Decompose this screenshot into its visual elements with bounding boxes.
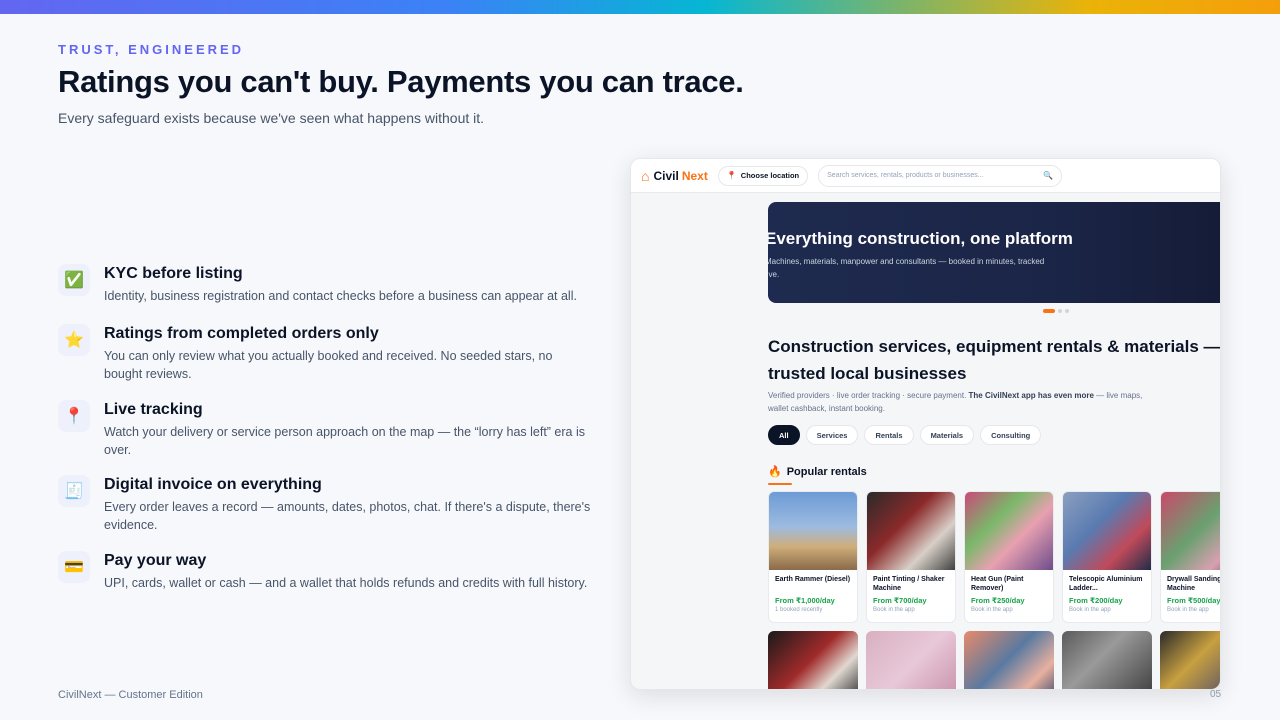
feature-kyc: ✅ KYC before listing Identity, business … <box>58 258 618 318</box>
chip-consulting[interactable]: Consulting <box>980 425 1042 445</box>
feature-title: Live tracking <box>104 401 203 418</box>
rental-card-image[interactable] <box>964 631 1054 689</box>
hero-subtitle: Machines, materials, manpower and consul… <box>768 257 1045 279</box>
desc-plain: Verified providers · live order tracking… <box>768 391 969 400</box>
rental-image <box>965 492 1053 570</box>
popular-rentals-title: Popular rentals <box>786 465 867 478</box>
location-label: Choose location <box>740 171 800 180</box>
feature-title: Pay your way <box>104 552 207 569</box>
rental-card[interactable]: Paint Tinting / Shaker Machine From ₹700… <box>866 491 956 623</box>
app-logo[interactable]: ⌂ Civil Next <box>641 168 708 184</box>
feature-invoice: 🧾 Digital invoice on everything Every or… <box>58 469 618 545</box>
carousel-dots <box>1043 309 1069 313</box>
search-placeholder: Search services, rentals, products or bu… <box>827 172 984 179</box>
rental-card[interactable]: Drywall Sanding Machine From ₹500/day Bo… <box>1160 491 1221 623</box>
rental-card-image[interactable] <box>1062 631 1152 689</box>
rental-name: Earth Rammer (Diesel) <box>775 576 851 583</box>
feature-title: KYC before listing <box>104 265 243 282</box>
page-number: 05 <box>1210 689 1222 700</box>
search-input[interactable]: Search services, rentals, products or bu… <box>818 164 1063 187</box>
credit-card-icon: 💳 <box>58 551 90 583</box>
choose-location-button[interactable]: 📍 Choose location <box>717 165 809 186</box>
carousel-dot[interactable] <box>1058 309 1062 313</box>
rental-note: Book in the app <box>873 607 915 613</box>
rental-price: From ₹200/day <box>1069 596 1123 605</box>
rental-card-image[interactable] <box>768 631 858 689</box>
feature-title: Ratings from completed orders only <box>104 325 379 342</box>
app-navbar: ⌂ Civil Next 📍 Choose location Search se… <box>631 159 1220 193</box>
rental-image <box>769 492 857 570</box>
rental-price: From ₹1,000/day <box>775 596 835 605</box>
location-pin-icon: 📍 <box>726 171 737 180</box>
footer-brand: CivilNext — Customer Edition <box>58 689 203 701</box>
rental-image <box>1063 492 1151 570</box>
check-box-icon: ✅ <box>58 264 90 296</box>
rental-image <box>867 492 955 570</box>
rental-price: From ₹250/day <box>971 596 1025 605</box>
feature-ratings: ⭐ Ratings from completed orders only You… <box>58 318 618 394</box>
feature-desc: Every order leaves a record — amounts, d… <box>104 500 591 532</box>
rental-image <box>1161 492 1220 570</box>
rental-name: Paint Tinting / Shaker Machine <box>873 576 945 592</box>
chip-all[interactable]: All <box>768 425 800 445</box>
chip-rentals[interactable]: Rentals <box>864 425 914 445</box>
feature-tracking: 📍 Live tracking Watch your delivery or s… <box>58 394 618 469</box>
rental-card-image[interactable] <box>1160 631 1220 689</box>
chip-materials[interactable]: Materials <box>919 425 975 445</box>
slide-title: Ratings you can't buy. Payments you can … <box>58 64 744 99</box>
heading-underline <box>768 483 792 485</box>
app-screenshot: ⌂ Civil Next 📍 Choose location Search se… <box>630 158 1221 690</box>
fire-icon: 🔥 <box>768 466 782 478</box>
star-icon: ⭐ <box>58 324 90 356</box>
rental-card-image[interactable] <box>866 631 956 689</box>
feature-title: Digital invoice on everything <box>104 476 322 493</box>
rental-note: Book in the app <box>1167 607 1209 613</box>
rental-name: Heat Gun (Paint Remover) <box>971 576 1024 592</box>
rental-card[interactable]: Telescopic Aluminium Ladder... From ₹200… <box>1062 491 1152 623</box>
category-chips: All Services Rentals Materials Consultin… <box>768 425 1042 445</box>
headline-line1: Construction services, equipment rentals… <box>768 337 1221 356</box>
feature-list: ✅ KYC before listing Identity, business … <box>58 258 618 605</box>
feature-desc: Watch your delivery or service person ap… <box>104 425 585 457</box>
receipt-icon: 🧾 <box>58 475 90 507</box>
rental-cards-row2 <box>768 631 1220 689</box>
rental-price: From ₹500/day <box>1167 596 1221 605</box>
feature-desc: You can only review what you actually bo… <box>104 349 553 381</box>
hero-title: Everything construction, one platform <box>768 229 1073 248</box>
rental-name: Drywall Sanding Machine <box>1167 576 1221 592</box>
rental-note: Book in the app <box>971 607 1013 613</box>
rental-cards: Earth Rammer (Diesel) From ₹1,000/day 1 … <box>768 491 1221 623</box>
popular-rentals-heading: 🔥 Popular rentals <box>768 465 867 479</box>
search-icon[interactable]: 🔍 <box>1043 171 1053 180</box>
feature-payments: 💳 Pay your way UPI, cards, wallet or cas… <box>58 545 618 605</box>
headline-line2: trusted local businesses <box>768 364 967 383</box>
map-pin-icon: 📍 <box>58 400 90 432</box>
feature-desc: UPI, cards, wallet or cash — and a walle… <box>104 576 588 590</box>
slide-subtitle: Every safeguard exists because we've see… <box>58 110 485 126</box>
feature-desc: Identity, business registration and cont… <box>104 289 577 303</box>
chip-services[interactable]: Services <box>805 425 859 445</box>
hero-banner[interactable]: Everything construction, one platform Ma… <box>768 202 1220 303</box>
top-gradient-bar <box>0 0 1280 14</box>
carousel-dot[interactable] <box>1065 309 1069 313</box>
logo-text-civil: Civil <box>653 168 679 183</box>
desc-bold: The CivilNext app has even more <box>968 391 1094 400</box>
carousel-dot-active[interactable] <box>1043 309 1055 313</box>
rental-note: Book in the app <box>1069 607 1111 613</box>
house-logo-icon: ⌂ <box>641 167 650 184</box>
slide-eyebrow: TRUST, ENGINEERED <box>58 42 245 57</box>
rental-card[interactable]: Heat Gun (Paint Remover) From ₹250/day B… <box>964 491 1054 623</box>
rental-price: From ₹700/day <box>873 596 927 605</box>
app-headline: Construction services, equipment rentals… <box>768 333 1221 387</box>
logo-text-next: Next <box>681 168 708 183</box>
app-description: Verified providers · live order tracking… <box>768 389 1148 415</box>
rental-name: Telescopic Aluminium Ladder... <box>1069 576 1143 592</box>
rental-note: 1 booked recently <box>775 607 823 613</box>
rental-card[interactable]: Earth Rammer (Diesel) From ₹1,000/day 1 … <box>768 491 858 623</box>
